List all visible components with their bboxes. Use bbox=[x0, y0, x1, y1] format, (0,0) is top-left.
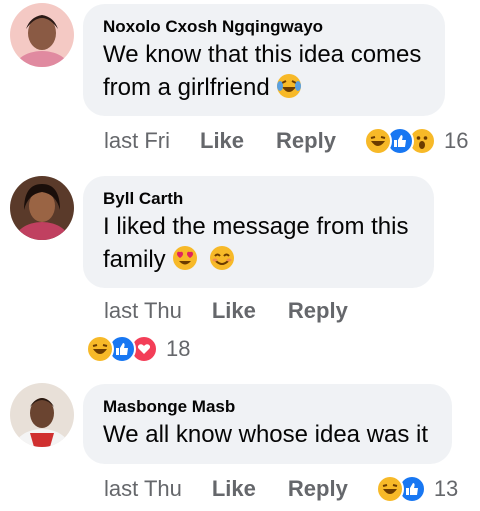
haha-reaction-icon bbox=[86, 335, 114, 363]
comment-time[interactable]: last Thu bbox=[104, 475, 182, 503]
comment-actions: last Thu Like Reply bbox=[104, 297, 376, 325]
comment-time[interactable]: last Fri bbox=[104, 127, 170, 155]
reaction-summary[interactable]: 18 bbox=[86, 335, 190, 363]
comment-author[interactable]: Masbonge Masb bbox=[103, 396, 432, 418]
reaction-summary[interactable]: 16 bbox=[363, 127, 469, 155]
like-button[interactable]: Like bbox=[200, 127, 244, 155]
reply-button[interactable]: Reply bbox=[288, 475, 348, 503]
reply-button[interactable]: Reply bbox=[276, 127, 336, 155]
reaction-row: 18 bbox=[86, 335, 190, 363]
comment-text: We all know whose idea was it bbox=[103, 421, 429, 448]
reply-button[interactable]: Reply bbox=[288, 297, 348, 325]
comment-text: We know that this idea comes from a girl… bbox=[103, 38, 425, 108]
comment-actions: last Fri Like Reply 16 bbox=[104, 127, 468, 155]
haha-reaction-icon bbox=[363, 127, 392, 155]
smiling-emoji-icon bbox=[209, 245, 235, 280]
comment-bubble: Noxolo Cxosh Ngqingwayo We know that thi… bbox=[83, 4, 445, 116]
haha-reaction-icon bbox=[375, 475, 404, 503]
comment-bubble: Masbonge Masb We all know whose idea was… bbox=[83, 384, 452, 464]
reaction-count: 16 bbox=[443, 128, 469, 153]
like-button[interactable]: Like bbox=[212, 297, 256, 325]
avatar[interactable] bbox=[10, 176, 74, 240]
comment-author[interactable]: Byll Carth bbox=[103, 188, 414, 210]
reaction-count: 18 bbox=[166, 336, 191, 361]
reaction-summary[interactable]: 13 bbox=[375, 475, 459, 503]
tears-of-joy-emoji-icon bbox=[276, 73, 302, 108]
avatar[interactable] bbox=[10, 383, 74, 447]
reaction-count: 13 bbox=[433, 476, 459, 501]
heart-eyes-emoji-icon bbox=[172, 245, 198, 280]
comment-bubble: Byll Carth I liked the message from this… bbox=[83, 176, 434, 288]
comment-time[interactable]: last Thu bbox=[104, 297, 182, 325]
comment-author[interactable]: Noxolo Cxosh Ngqingwayo bbox=[103, 16, 425, 38]
avatar[interactable] bbox=[10, 3, 74, 67]
comment-text: I liked the message from this family bbox=[103, 210, 414, 280]
like-button[interactable]: Like bbox=[212, 475, 256, 503]
comment-actions: last Thu Like Reply 13 bbox=[104, 475, 458, 503]
